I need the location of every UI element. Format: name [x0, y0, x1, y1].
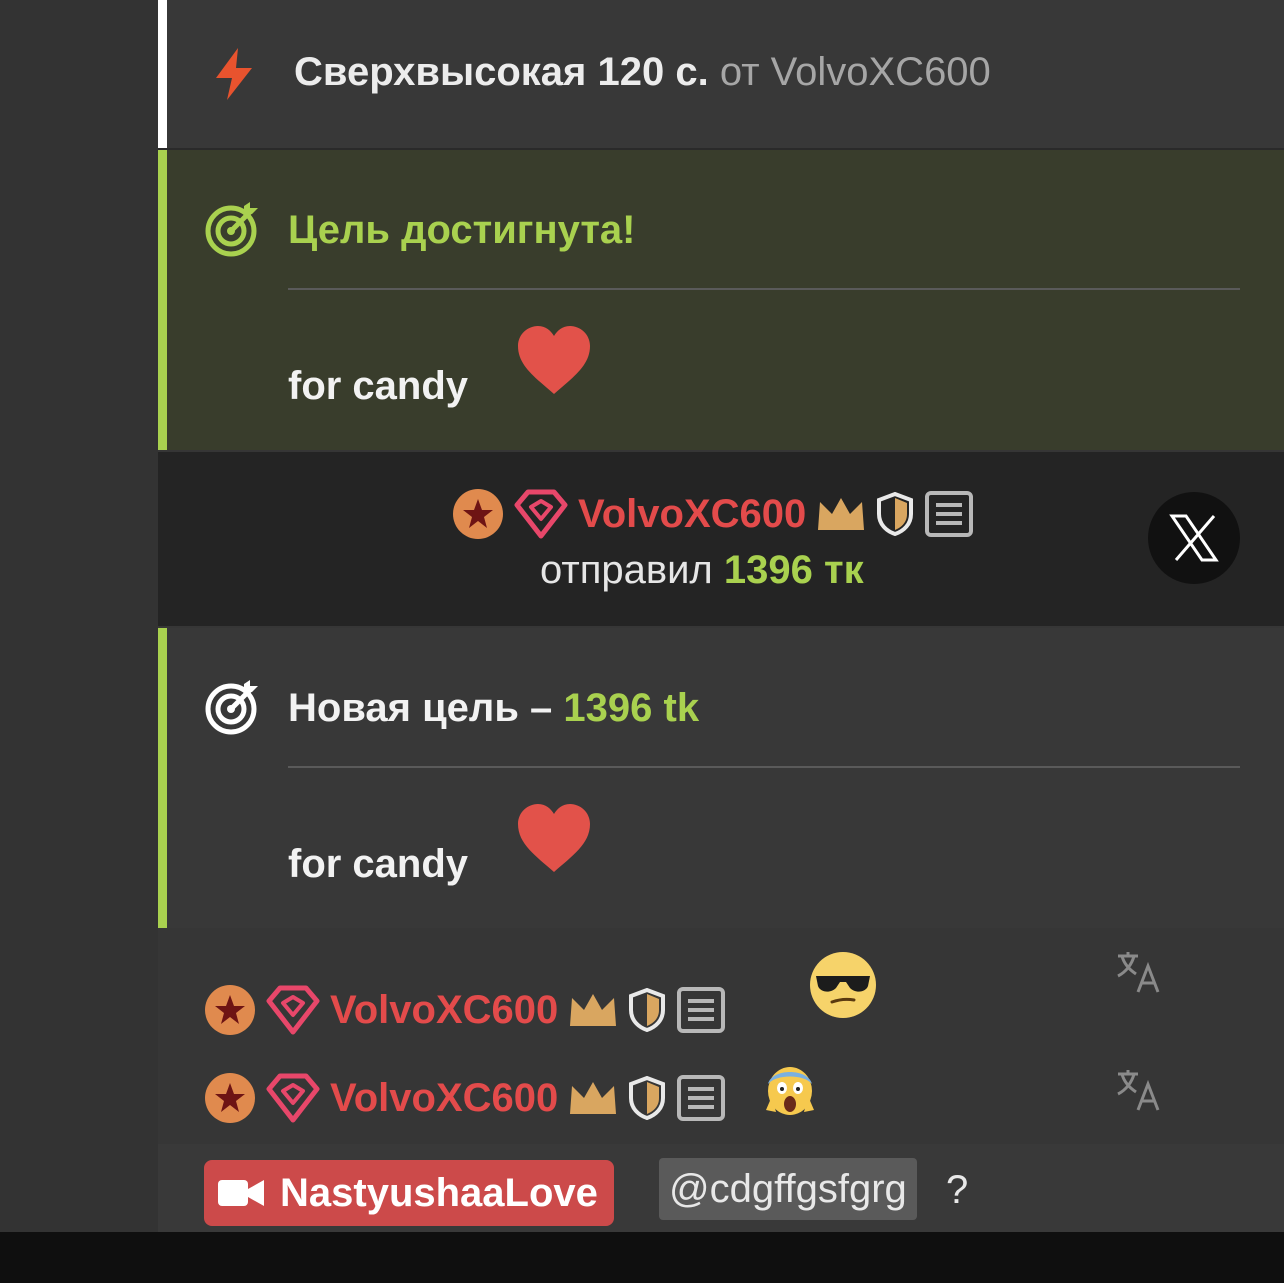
tip-text: отправил 1396 тк [540, 544, 864, 596]
new-goal-amount: 1396 tk [563, 686, 700, 730]
divider [288, 766, 1240, 768]
tip-action: отправил [540, 548, 713, 592]
target-icon [205, 680, 258, 735]
left-pane [0, 0, 158, 1232]
diamond-badge-icon [266, 985, 320, 1035]
star-badge-icon [453, 489, 503, 539]
heart-icon [518, 326, 590, 394]
shield-icon [629, 1076, 666, 1120]
target-icon [205, 202, 258, 257]
new-goal-title: Новая цель – 1396 tk [288, 682, 699, 734]
lightning-icon [216, 48, 252, 100]
scream-emoji [766, 1067, 814, 1115]
star-badge-icon [205, 985, 255, 1035]
diamond-badge-icon [514, 489, 568, 539]
boost-notice: Сверхвысокая 120 с. от VolvoXC600 [158, 0, 1284, 150]
goal-edge-bar [158, 150, 167, 450]
boost-edge-bar [158, 0, 167, 148]
message-text: ? [946, 1168, 969, 1212]
tip-amount: 1396 тк [723, 548, 864, 592]
goal-edge-bar [158, 628, 167, 928]
message-username[interactable]: VolvoXC600 [330, 1072, 558, 1124]
crown-icon [570, 1082, 617, 1114]
boost-title: Сверхвысокая 120 с. [294, 50, 709, 94]
star-badge-icon [205, 1073, 255, 1123]
crown-icon [818, 498, 865, 530]
mention-label: @cdgffgsfgrg [669, 1166, 907, 1211]
bottom-bar [0, 1232, 1284, 1283]
tip-user-line: VolvoXC600 [452, 488, 974, 540]
crown-icon [570, 994, 617, 1026]
notes-icon[interactable] [924, 490, 974, 538]
boost-text: Сверхвысокая 120 с. от VolvoXC600 [294, 46, 991, 98]
camera-icon [218, 1180, 264, 1206]
chat-panel: Сверхвысокая 120 с. от VolvoXC600 Цель д… [158, 0, 1284, 1232]
shield-icon [629, 988, 666, 1032]
notes-icon[interactable] [676, 986, 726, 1034]
heart-icon [518, 804, 590, 872]
close-button[interactable] [1148, 492, 1240, 584]
goal-description: for candy [288, 842, 469, 886]
boost-from: от VolvoXC600 [719, 50, 991, 94]
chat-message: VolvoXC600 [204, 1072, 726, 1124]
notes-icon[interactable] [676, 1074, 726, 1122]
diamond-badge-icon [266, 1073, 320, 1123]
divider [288, 288, 1240, 290]
cam-user-label: NastyushaaLove [280, 1170, 598, 1215]
translate-icon[interactable] [1114, 948, 1162, 996]
sunglasses-emoji [810, 952, 876, 1018]
goal-description: for candy [288, 364, 469, 408]
cam-user-tag[interactable]: NastyushaaLove [204, 1160, 614, 1226]
chat-message: VolvoXC600 [204, 984, 726, 1036]
translate-icon[interactable] [1114, 1066, 1162, 1114]
shield-icon [877, 492, 914, 536]
new-goal-panel: Новая цель – 1396 tk for candy [158, 628, 1284, 928]
goal-reached-panel: Цель достигнута! for candy [158, 150, 1284, 450]
close-icon [1169, 514, 1219, 562]
tip-username[interactable]: VolvoXC600 [578, 488, 806, 540]
new-goal-prefix: Новая цель – [288, 686, 553, 730]
message-username[interactable]: VolvoXC600 [330, 984, 558, 1036]
goal-reached-title: Цель достигнута! [288, 208, 636, 252]
mention-tag[interactable]: @cdgffgsfgrg [659, 1158, 917, 1220]
